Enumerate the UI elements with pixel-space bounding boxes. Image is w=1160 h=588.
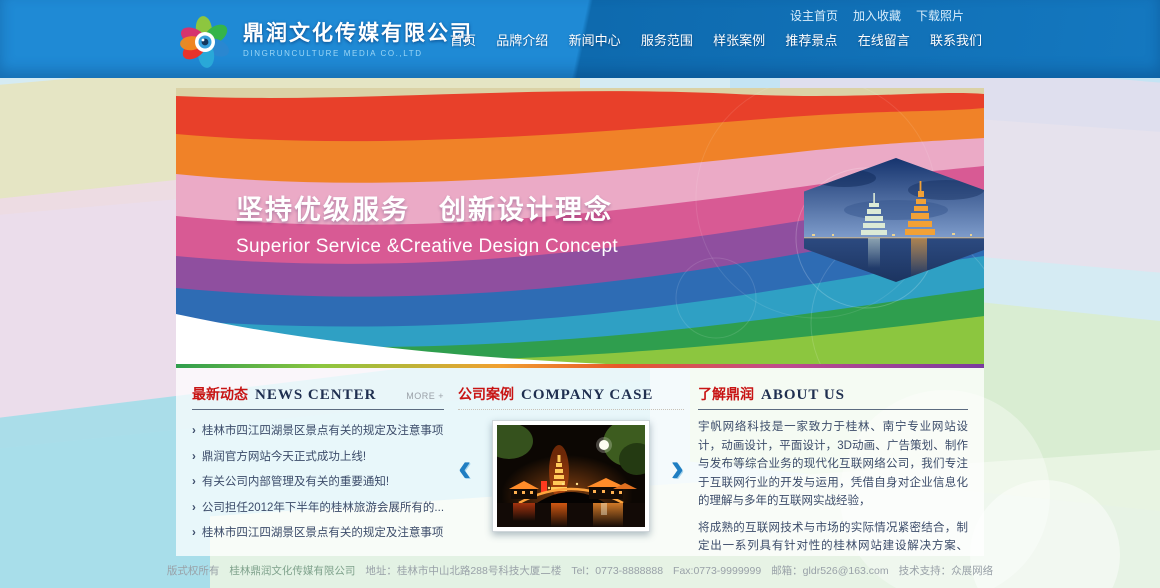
news-section: 最新动态 NEWS CENTER MORE + › 桂林市四江四湖景区景点有关的规… [192,384,444,556]
nav-item[interactable]: 样张案例 [713,30,765,49]
banner-headline: 坚持优级服务 创新设计理念 [236,188,618,227]
footer-company: 桂林鼎润文化传媒有限公司 [229,565,355,577]
footer-tel: Tel：0773-8888888 [571,565,663,577]
banner-slogan: 坚持优级服务 创新设计理念 Superior Service &Creative… [236,188,618,258]
about-section: 了解鼎润 ABOUT US 宇帆网络科技是一家致力于桂林、南宁专业网站设计，动画… [698,384,968,556]
header: 设主首页加入收藏下载照片 鼎润文化传媒有限公司 DIN [0,0,1160,78]
night-scene-photo [497,425,645,527]
news-list: ›桂林市四江四湖景区景点有关的规定及注意事项 ›鼎润官方网站今天正式成功上线! … [192,419,444,547]
case-title-cn: 公司案例 [458,384,514,404]
carousel-next-icon[interactable]: › [671,448,684,488]
nav-item[interactable]: 品牌介绍 [496,30,548,49]
about-header: 了解鼎润 ABOUT US [698,384,968,410]
about-paragraph-2: 将成熟的互联网技术与市场的实际情况紧密结合，制定出一系列具有针对性的桂林网站建设… [698,519,968,557]
carousel-prev-icon[interactable]: ‹ [458,448,471,488]
arrow-bullet-icon: › [192,451,196,463]
footer-fax: Fax:0773-9999999 [673,565,761,577]
news-item-text: 有关公司内部管理及有关的重要通知! [202,476,389,488]
news-item[interactable]: › 公司担任2012年下半年的桂林旅游会展所有的.... [192,496,444,522]
logo-text: 鼎润文化传媒有限公司 DINGRUNCULTURE MEDIA CO.,LTD [243,22,473,57]
arrow-bullet-icon: › [192,425,196,437]
news-header: 最新动态 NEWS CENTER MORE + [192,384,444,410]
about-title-cn: 了解鼎润 [698,384,754,404]
main-nav: 首页 品牌介绍 新闻中心 服务范围 样张案例 推荐景点 在线留言 联系我们 [442,0,990,78]
footer: 版式权所有桂林鼎润文化传媒有限公司地址：桂林市中山北路288号科技大厦二楼 Tel… [0,563,1160,578]
news-more-link[interactable]: MORE + [406,391,444,401]
news-item[interactable]: › 有关公司内部管理及有关的重要通知! [192,470,444,496]
nav-item[interactable]: 新闻中心 [569,30,621,49]
news-item[interactable]: › 鼎润官方网站今天正式成功上线! [192,445,444,471]
page: 设主首页加入收藏下载照片 鼎润文化传媒有限公司 DIN [0,0,1160,588]
banner-subheadline: Superior Service &Creative Design Concep… [236,236,618,258]
case-carousel: ‹ [458,420,684,552]
news-item-text: 公司担任2012年下半年的桂林旅游会展所有的.... [202,502,444,514]
nav-item[interactable]: 联系我们 [930,30,982,49]
footer-copyright: 版式权所有 [167,565,220,577]
logo-pinwheel-icon [176,11,234,69]
nav-item[interactable]: 在线留言 [858,30,910,49]
news-item[interactable]: › 桂林市四江四湖景区景点有关的规定及注意事项 [192,419,444,445]
news-title-en: NEWS CENTER [255,387,376,404]
content-panel: 最新动态 NEWS CENTER MORE + › 桂林市四江四湖景区景点有关的规… [176,368,984,556]
about-title-en: ABOUT US [761,387,845,404]
news-item-text: 桂林市四江四湖景区景点有关的规定及注意事项 [202,527,444,539]
footer-email: 邮箱：gldr526@163.com [771,565,888,577]
footer-address: 地址：桂林市中山北路288号科技大厦二楼 [365,565,561,577]
about-paragraph-1: 宇帆网络科技是一家致力于桂林、南宁专业网站设计，动画设计，平面设计，3D动画、广… [698,418,968,511]
arrow-bullet-icon: › [192,476,196,488]
footer-support: 技术支持：众展网络 [899,565,994,577]
arrow-bullet-icon: › [192,527,196,539]
logo-title: 鼎润文化传媒有限公司 [243,22,473,46]
about-paragraph-2-text: 将成熟的互联网技术与市场的实际情况紧密结合，制定出一系列具有针对性的桂林网站建设… [698,522,968,557]
case-title-en: COMPANY CASE [521,387,653,404]
logo-subtitle: DINGRUNCULTURE MEDIA CO.,LTD [243,49,473,58]
news-item[interactable]: › 桂林市四江四湖景区景点有关的规定及注意事项 [192,521,444,547]
logo[interactable]: 鼎润文化传媒有限公司 DINGRUNCULTURE MEDIA CO.,LTD [176,11,473,69]
news-title-cn: 最新动态 [192,384,248,404]
case-header: 公司案例 COMPANY CASE [458,384,684,410]
news-item-text: 鼎润官方网站今天正式成功上线! [202,451,366,463]
case-photo-frame[interactable] [492,420,650,532]
nav-item[interactable]: 推荐景点 [785,30,837,49]
hero-banner: 坚持优级服务 创新设计理念 Superior Service &Creative… [176,88,984,364]
arrow-bullet-icon: › [192,502,196,514]
news-item-text: 桂林市四江四湖景区景点有关的规定及注意事项 [202,425,444,437]
nav-item[interactable]: 服务范围 [641,30,693,49]
case-section: 公司案例 COMPANY CASE ‹ [458,384,684,556]
nav-item[interactable]: 首页 [450,30,476,49]
